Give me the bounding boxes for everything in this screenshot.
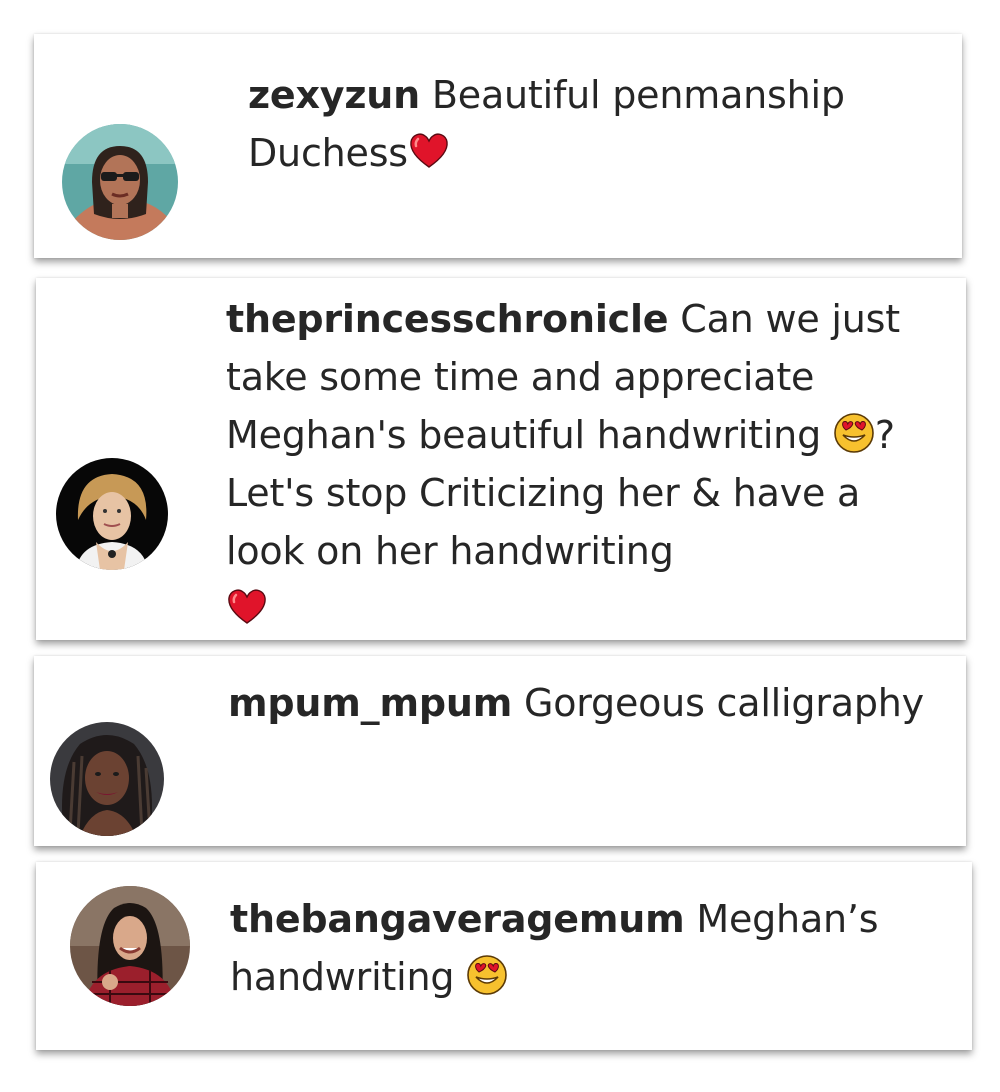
woman-sunglasses-avatar-icon <box>62 124 178 240</box>
comments-screenshot: zexyzun Beautiful penmanship Duchess the… <box>0 0 1000 1092</box>
comment-body: thebangaveragemum Meghan’s handwriting <box>230 890 960 1006</box>
heart-eyes-face-icon <box>833 412 875 454</box>
avatar[interactable] <box>70 886 190 1006</box>
comment-body: mpum_mpum Gorgeous calligraphy <box>228 674 928 732</box>
princess-portrait-avatar-icon <box>56 458 168 570</box>
red-heart-icon <box>226 586 268 628</box>
comment-card-4: thebangaveragemum Meghan’s handwriting <box>36 862 972 1050</box>
comment-username[interactable]: mpum_mpum <box>228 681 512 725</box>
comment-body: theprincesschronicle Can we just take so… <box>226 290 936 638</box>
red-heart-icon <box>408 130 450 172</box>
comment-body: zexyzun Beautiful penmanship Duchess <box>248 66 948 182</box>
comment-card-2: theprincesschronicle Can we just take so… <box>36 278 966 640</box>
woman-braids-avatar-icon <box>50 722 164 836</box>
avatar[interactable] <box>62 124 178 240</box>
heart-eyes-face-icon <box>466 954 508 996</box>
woman-dark-hair-avatar-icon <box>70 886 190 1006</box>
comment-card-3: mpum_mpum Gorgeous calligraphy <box>34 656 966 846</box>
avatar[interactable] <box>50 722 164 836</box>
comment-card-1: zexyzun Beautiful penmanship Duchess <box>34 34 962 258</box>
comment-username[interactable]: thebangaveragemum <box>230 897 685 941</box>
comment-text: Gorgeous calligraphy <box>523 681 924 725</box>
comment-username[interactable]: theprincesschronicle <box>226 297 669 341</box>
avatar[interactable] <box>56 458 168 570</box>
comment-username[interactable]: zexyzun <box>248 73 420 117</box>
